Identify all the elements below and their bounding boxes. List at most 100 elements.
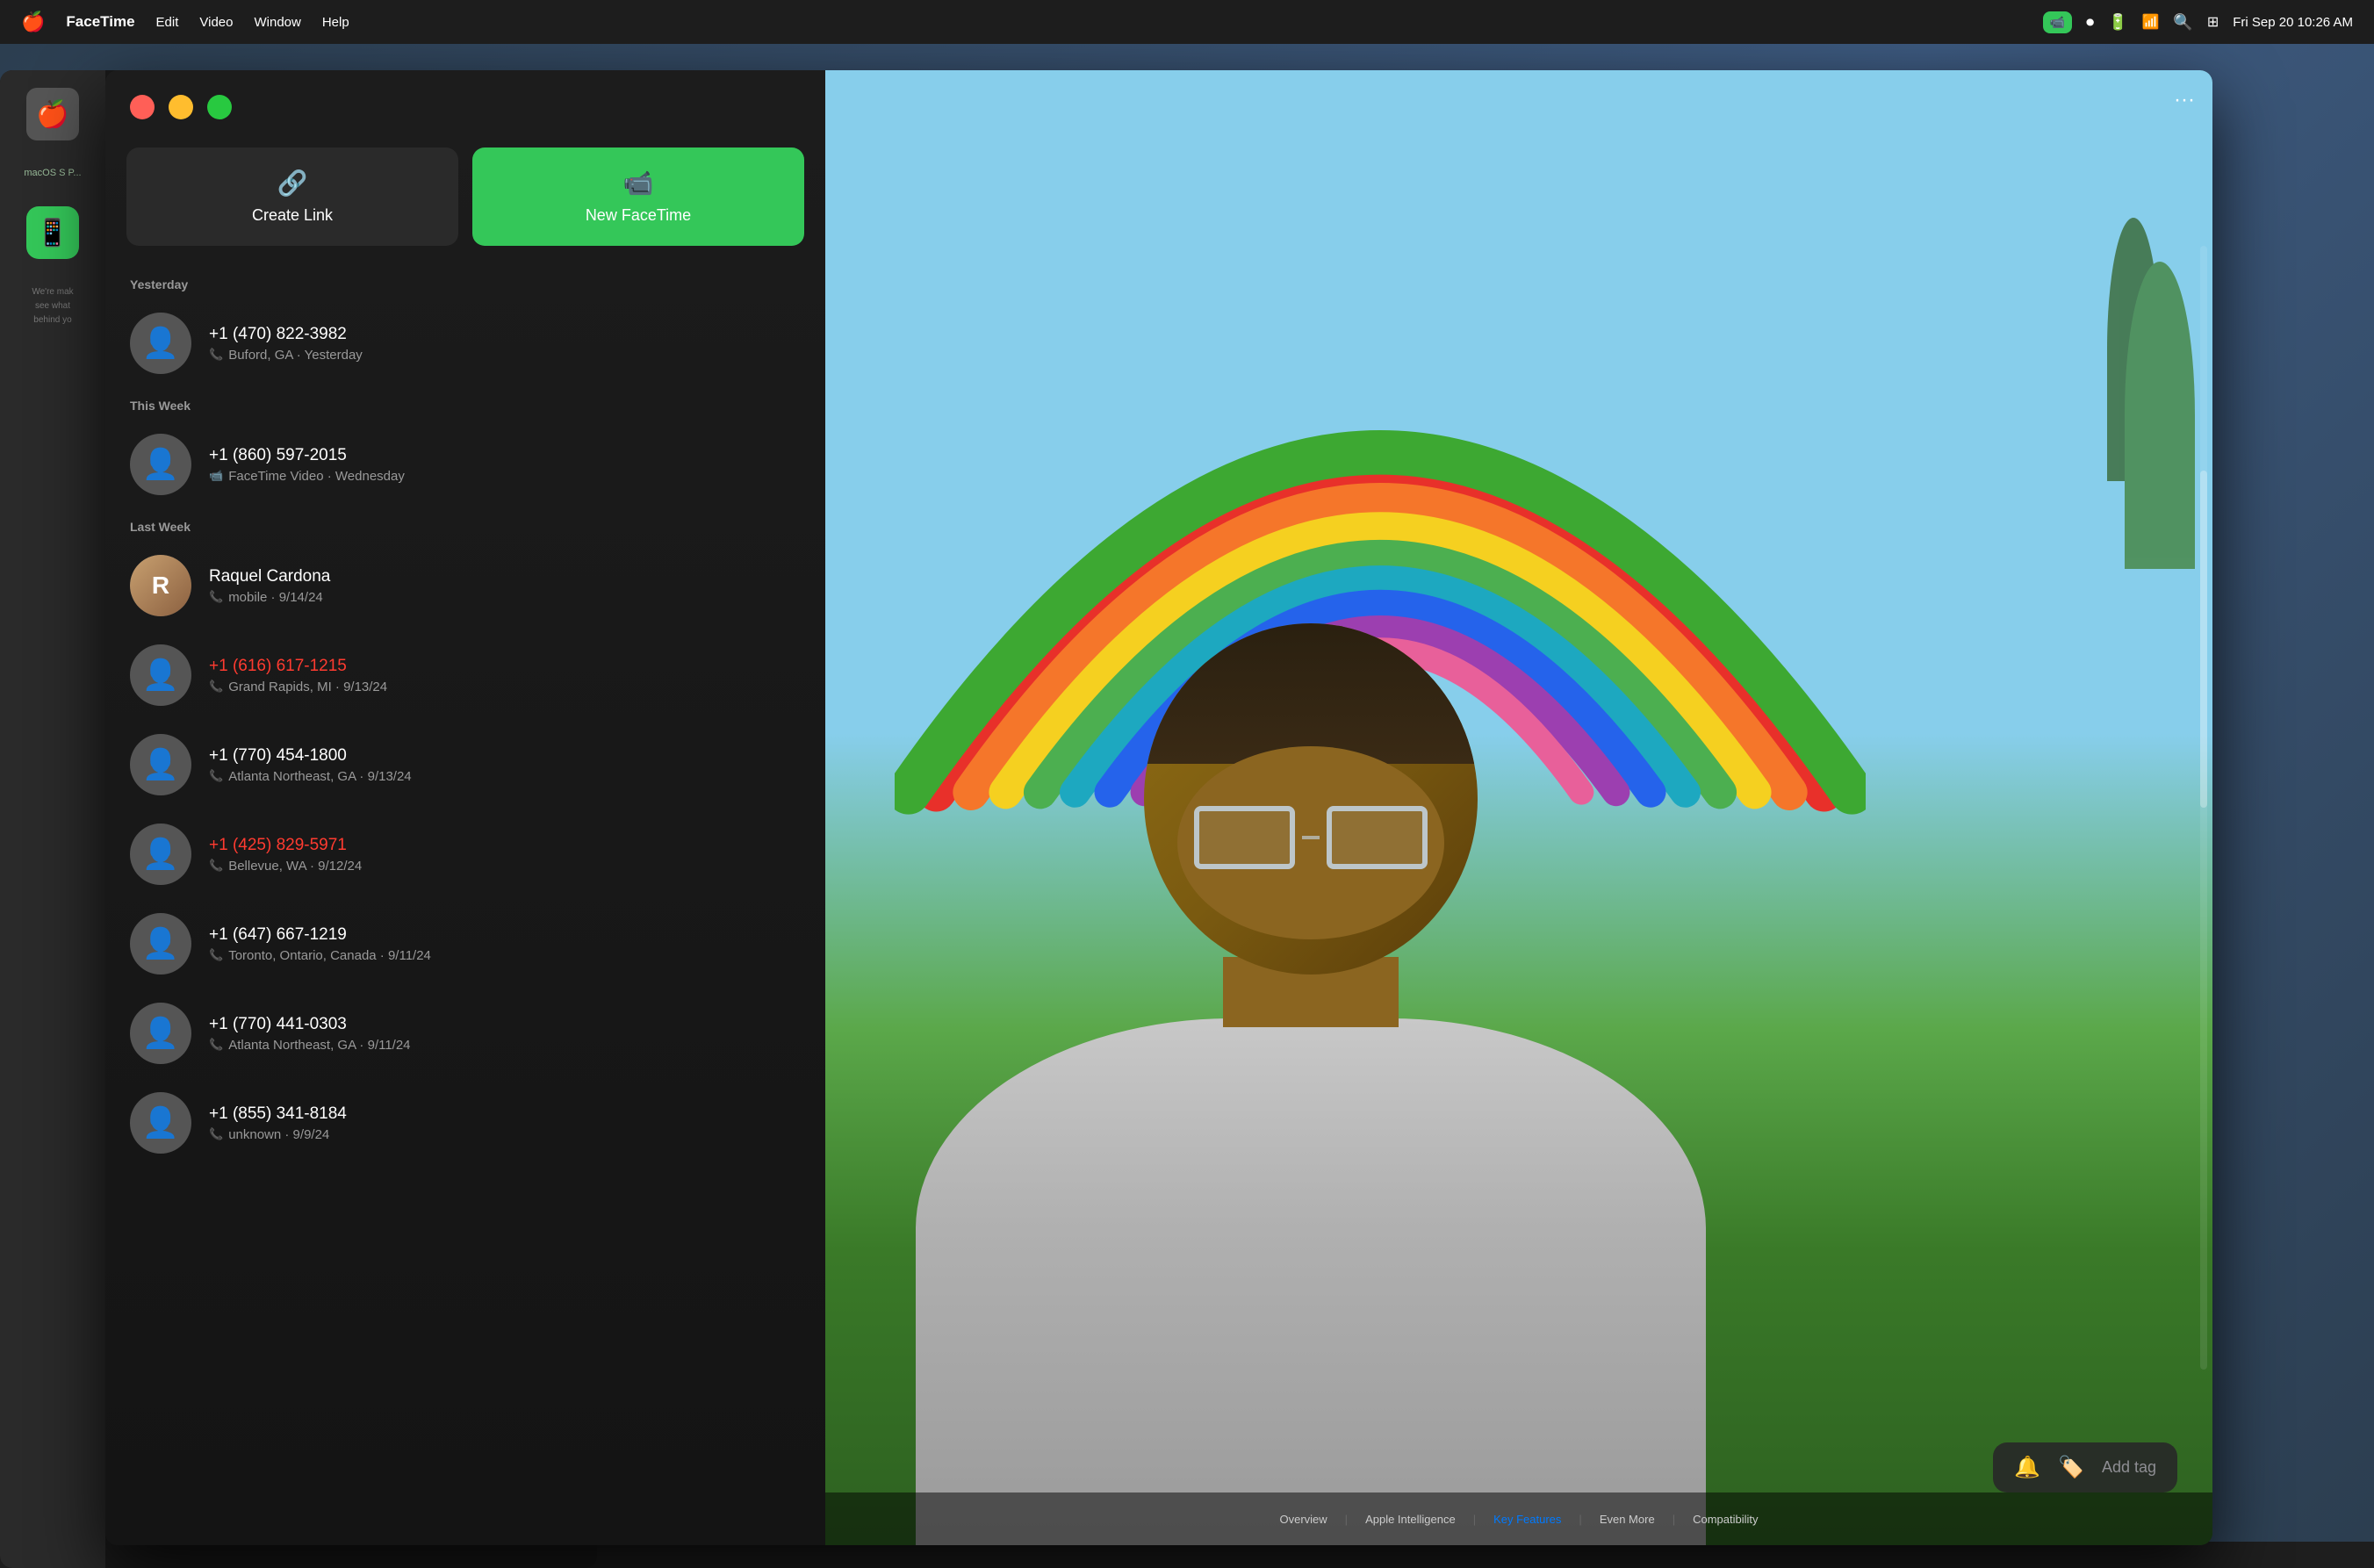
link-icon: 🔗	[277, 169, 308, 198]
person-icon: 👤	[142, 447, 179, 482]
menu-bar: 🍎 FaceTime Edit Video Window Help 📹 ⏺ 🔋 …	[0, 0, 2374, 44]
menu-edit[interactable]: Edit	[156, 15, 179, 30]
call-item[interactable]: 👤 +1 (616) 617-1215 📞 Grand Rapids, MI ·…	[105, 630, 825, 720]
call-avatar: 👤	[130, 1092, 191, 1154]
minimize-button[interactable]	[169, 95, 193, 119]
call-avatar: 👤	[130, 313, 191, 374]
call-details: 📞 Grand Rapids, MI · 9/13/24	[209, 680, 801, 694]
more-options-button[interactable]: ···	[2174, 88, 2195, 112]
person-figure	[916, 623, 1706, 1545]
call-details: 📞 Toronto, Ontario, Canada · 9/11/24	[209, 948, 801, 963]
add-tag-label: Add tag	[2102, 1458, 2156, 1477]
call-info: +1 (425) 829-5971 📞 Bellevue, WA · 9/12/…	[209, 836, 801, 874]
phone-icon: 📞	[209, 590, 223, 604]
call-details: 📞 mobile · 9/14/24	[209, 590, 801, 605]
person-icon: 👤	[142, 926, 179, 961]
call-details: 📞 Buford, GA · Yesterday	[209, 348, 801, 363]
bg-sidebar: 🍎 macOS S P... 📱 We're maksee whatbehind…	[0, 70, 105, 1568]
caller-name: +1 (770) 441-0303	[209, 1015, 801, 1034]
compatibility-link[interactable]: Compatibility	[1693, 1513, 1758, 1526]
call-item[interactable]: 👤 +1 (425) 829-5971 📞 Bellevue, WA · 9/1…	[105, 809, 825, 899]
action-buttons: 🔗 Create Link 📹 New FaceTime	[105, 126, 825, 246]
person-icon: 👤	[142, 837, 179, 872]
create-link-label: Create Link	[252, 206, 333, 225]
maximize-button[interactable]	[207, 95, 232, 119]
facetime-video-panel: Overview | Apple Intelligence | Key Feat…	[825, 70, 2212, 1545]
overview-link[interactable]: Overview	[1279, 1513, 1327, 1526]
call-avatar-raquel: R	[130, 555, 191, 616]
call-item[interactable]: 👤 +1 (770) 441-0303 📞 Atlanta Northeast,…	[105, 989, 825, 1078]
video-call-icon: 📹	[209, 469, 223, 483]
call-item[interactable]: 👤 +1 (855) 341-8184 📞 unknown · 9/9/24	[105, 1078, 825, 1168]
scroll-track[interactable]	[2200, 246, 2207, 1370]
key-features-link[interactable]: Key Features	[1493, 1513, 1561, 1526]
call-details: 📞 Atlanta Northeast, GA · 9/13/24	[209, 769, 801, 784]
call-avatar: 👤	[130, 644, 191, 706]
call-meta: unknown · 9/9/24	[228, 1127, 329, 1142]
call-info: +1 (860) 597-2015 📹 FaceTime Video · Wed…	[209, 446, 801, 484]
bg-sidebar-desc: We're maksee whatbehind yo	[32, 285, 73, 327]
battery-icon: 🔋	[2108, 13, 2127, 32]
call-meta: Atlanta Northeast, GA · 9/11/24	[228, 1038, 410, 1053]
person-icon: 👤	[142, 326, 179, 361]
call-item-raquel[interactable]: R Raquel Cardona 📞 mobile · 9/14/24	[105, 541, 825, 630]
call-meta: Grand Rapids, MI · 9/13/24	[228, 680, 387, 694]
apple-intelligence-link[interactable]: Apple Intelligence	[1365, 1513, 1456, 1526]
call-meta: Bellevue, WA · 9/12/24	[228, 859, 362, 874]
call-item[interactable]: 👤 +1 (770) 454-1800 📞 Atlanta Northeast,…	[105, 720, 825, 809]
call-item[interactable]: 👤 +1 (647) 667-1219 📞 Toronto, Ontario, …	[105, 899, 825, 989]
call-details: 📞 Atlanta Northeast, GA · 9/11/24	[209, 1038, 801, 1053]
call-info: +1 (647) 667-1219 📞 Toronto, Ontario, Ca…	[209, 925, 801, 963]
separator: |	[1579, 1513, 1581, 1526]
menu-video[interactable]: Video	[199, 15, 233, 30]
person-icon: 👤	[142, 658, 179, 693]
call-list: Yesterday 👤 +1 (470) 822-3982 📞 Buford, …	[105, 246, 825, 1545]
phone-icon: 📞	[209, 1127, 223, 1141]
search-icon[interactable]: 🔍	[2173, 13, 2192, 32]
call-meta: Atlanta Northeast, GA · 9/13/24	[228, 769, 411, 784]
person-icon: 👤	[142, 1016, 179, 1051]
call-avatar: 👤	[130, 734, 191, 795]
caller-name: Raquel Cardona	[209, 567, 801, 586]
scroll-thumb[interactable]	[2200, 471, 2207, 808]
call-info: +1 (616) 617-1215 📞 Grand Rapids, MI · 9…	[209, 657, 801, 694]
even-more-link[interactable]: Even More	[1600, 1513, 1655, 1526]
caller-name: +1 (770) 454-1800	[209, 746, 801, 766]
section-this-week: This Week	[105, 388, 825, 420]
person-icon: 👤	[142, 747, 179, 782]
caller-name: +1 (470) 822-3982	[209, 325, 801, 344]
apple-menu-icon[interactable]: 🍎	[21, 11, 45, 33]
caller-name: +1 (647) 667-1219	[209, 925, 801, 945]
bell-plus-icon: 🔔	[2014, 1455, 2040, 1480]
call-item[interactable]: 👤 +1 (860) 597-2015 📹 FaceTime Video · W…	[105, 420, 825, 509]
call-avatar: 👤	[130, 824, 191, 885]
call-meta: mobile · 9/14/24	[228, 590, 323, 605]
bg-sidebar-text: macOS S P...	[24, 167, 81, 180]
facetime-window: 🔗 Create Link 📹 New FaceTime Yesterday 👤	[105, 70, 2212, 1545]
control-center-icon[interactable]: ⊞	[2207, 13, 2219, 31]
phone-icon: 📞	[209, 948, 223, 962]
call-meta: Buford, GA · Yesterday	[228, 348, 363, 363]
facetime-left-panel: 🔗 Create Link 📹 New FaceTime Yesterday 👤	[105, 70, 825, 1545]
new-facetime-button[interactable]: 📹 New FaceTime	[472, 147, 804, 246]
menu-help[interactable]: Help	[322, 15, 349, 30]
call-info: +1 (470) 822-3982 📞 Buford, GA · Yesterd…	[209, 325, 801, 363]
call-item[interactable]: 👤 +1 (470) 822-3982 📞 Buford, GA · Yeste…	[105, 298, 825, 388]
raquel-photo: R	[130, 555, 191, 616]
app-name: FaceTime	[66, 13, 134, 31]
caller-name: +1 (860) 597-2015	[209, 446, 801, 465]
menu-bar-right: 📹 ⏺ 🔋 📶 🔍 ⊞ Fri Sep 20 10:26 AM	[2043, 11, 2353, 33]
create-link-button[interactable]: 🔗 Create Link	[126, 147, 458, 246]
phone-icon: 📞	[209, 348, 223, 362]
new-facetime-label: New FaceTime	[586, 206, 691, 225]
facetime-menu-icon[interactable]: 📹	[2043, 11, 2072, 33]
separator: |	[1473, 1513, 1476, 1526]
close-button[interactable]	[130, 95, 155, 119]
menu-window[interactable]: Window	[254, 15, 300, 30]
datetime-display: Fri Sep 20 10:26 AM	[2233, 15, 2353, 30]
call-details: 📞 Bellevue, WA · 9/12/24	[209, 859, 801, 874]
call-avatar: 👤	[130, 1003, 191, 1064]
call-info: Raquel Cardona 📞 mobile · 9/14/24	[209, 567, 801, 605]
call-avatar: 👤	[130, 913, 191, 975]
add-tag-notification[interactable]: 🔔 🏷️ Add tag	[1993, 1442, 2177, 1492]
